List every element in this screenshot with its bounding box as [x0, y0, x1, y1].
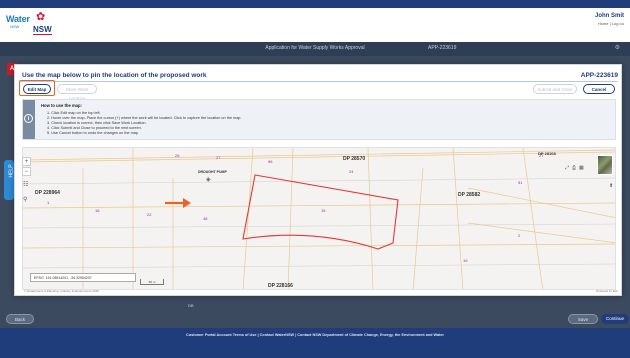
- howto-step: 3. Check location is correct, then click…: [47, 121, 147, 125]
- powered-by-esri[interactable]: Powered by Esri: [596, 289, 618, 293]
- nsw-government-logo[interactable]: NSW: [33, 25, 52, 35]
- lot-label: 48: [203, 216, 208, 221]
- save-button[interactable]: Save: [568, 314, 598, 324]
- side-help-tab[interactable]: HELP: [4, 160, 15, 200]
- lot-label: 96: [268, 159, 273, 164]
- submit-and-close-button[interactable]: Submit and Close: [533, 84, 577, 94]
- lot-label: 15: [321, 208, 326, 213]
- lot-label: 2: [518, 233, 521, 238]
- map-basemap: [23, 148, 615, 289]
- coordinate-text: 151.08914201, -34.32954207: [45, 276, 92, 280]
- zoom-in-icon[interactable]: +: [22, 157, 31, 166]
- store-work-location-button[interactable]: Store Work Location: [57, 84, 97, 101]
- lot-label: 19: [463, 258, 468, 263]
- layers-icon[interactable]: ☷: [23, 181, 28, 188]
- lot-label: 26: [175, 153, 180, 158]
- footer-links[interactable]: Customer Portal Account Terms of Use | C…: [0, 333, 630, 337]
- edit-map-button[interactable]: Edit Map: [23, 84, 51, 94]
- basemap-gallery-thumbnail[interactable]: [597, 155, 613, 175]
- top-accent-band: [0, 0, 630, 8]
- dp-label: DP 228964: [35, 190, 60, 196]
- dp-label: DP 28582: [458, 192, 481, 198]
- modal-application-id: APP-223619: [580, 72, 618, 79]
- dp-label: DP 28570: [343, 156, 366, 162]
- howto-title: How to use the map:: [41, 103, 82, 108]
- cancel-button[interactable]: Cancel: [583, 84, 615, 94]
- print-icon[interactable]: ⎙: [572, 165, 576, 171]
- waratah-icon: ✿: [36, 11, 46, 23]
- howto-step: 1. Click Edit map on the top left.: [47, 111, 101, 115]
- modal-divider: [20, 81, 618, 82]
- dp-label: DP 228166: [268, 283, 293, 289]
- lot-label: 27: [216, 155, 221, 160]
- user-links[interactable]: Home | Log ou: [598, 21, 624, 26]
- search-icon[interactable]: ⚲: [23, 196, 27, 203]
- basemap-icon[interactable]: ▦: [579, 165, 584, 171]
- background-label: DB: [188, 303, 194, 308]
- waternsw-logo[interactable]: Water: [6, 14, 30, 24]
- coordinate-unit: EPSG: [34, 276, 44, 280]
- zoom-out-icon[interactable]: −: [22, 167, 31, 176]
- howto-step: 2. Hover over the map. Place the cursor …: [47, 116, 242, 120]
- site-header: [0, 8, 630, 42]
- info-icon: i: [24, 114, 33, 123]
- scale-bar: 50 m: [140, 279, 164, 285]
- application-reference: APP-223619: [428, 45, 457, 51]
- fullscreen-icon[interactable]: ⤢: [565, 165, 569, 171]
- coordinate-readout[interactable]: EPSG 151.08914201, -34.32954207: [30, 273, 136, 282]
- modal-title: Use the map below to pin the location of…: [22, 72, 207, 79]
- back-button[interactable]: Back: [6, 314, 34, 324]
- waternsw-logo-sub: NSW: [10, 24, 20, 29]
- user-name[interactable]: John Smit: [595, 13, 624, 19]
- map-copyright: © Department of Planning, Industry & Env…: [24, 289, 99, 293]
- lot-label: 24: [349, 169, 354, 174]
- lot-label: 1: [47, 200, 50, 205]
- dp-label: DP 28108: [538, 151, 556, 156]
- pump-label: DROUGHT PUMP: [198, 170, 227, 174]
- lot-label: 16: [95, 208, 100, 213]
- pump-marker-icon[interactable]: ◈: [206, 176, 211, 183]
- lot-label: 51: [518, 180, 523, 185]
- map-toolbar: ⤢ ⎙ ▦: [565, 156, 595, 171]
- application-title: Application for Water Supply Works Appro…: [265, 45, 365, 51]
- howto-step: 4. Click Submit and Close to proceed to …: [47, 126, 142, 130]
- howto-step: 5. Use Cancel button to undo the changes…: [47, 131, 140, 135]
- continue-button[interactable]: Continue: [601, 314, 629, 324]
- map-canvas[interactable]: 26 27 96 24 15 51 27 1 2 16 22 48 19 DP …: [22, 147, 616, 290]
- lot-label: 22: [147, 212, 152, 217]
- compass-icon[interactable]: ⬆: [609, 183, 613, 189]
- settings-icon[interactable]: ⚙: [615, 44, 620, 51]
